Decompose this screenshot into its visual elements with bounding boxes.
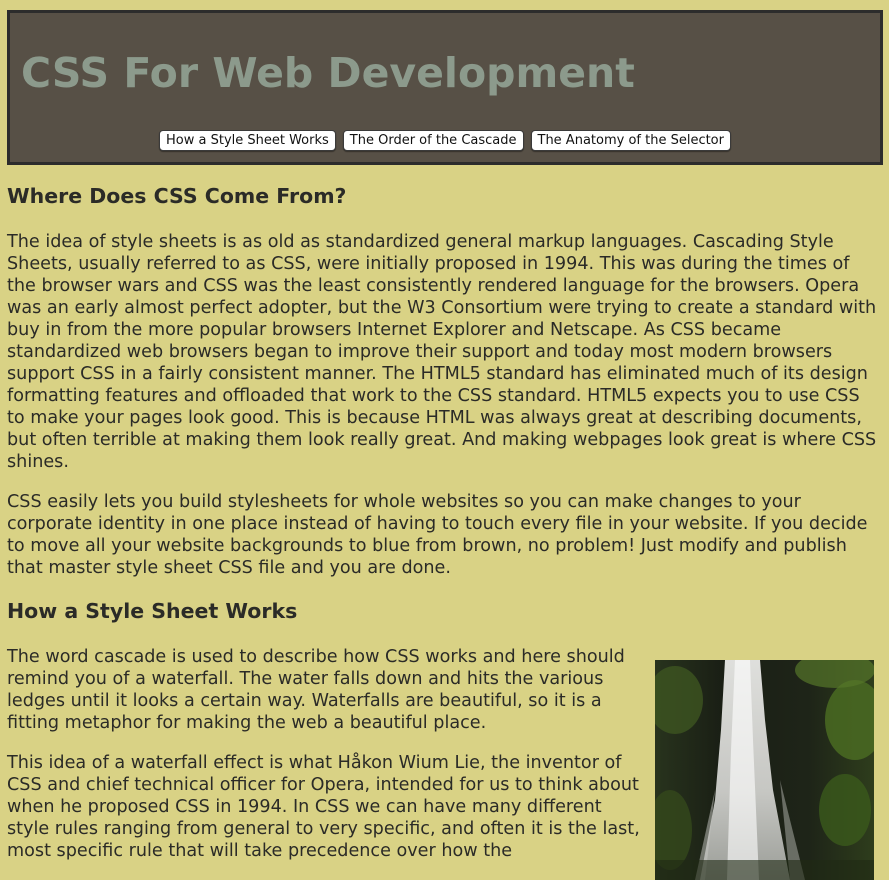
main-nav: How a Style Sheet Works The Order of the… bbox=[10, 130, 880, 151]
section-heading-where-does-css-come-from: Where Does CSS Come From? bbox=[7, 184, 347, 208]
nav-button-anatomy-of-the-selector[interactable]: The Anatomy of the Selector bbox=[530, 130, 731, 151]
waterfall-image bbox=[655, 660, 874, 880]
paragraph-cascade-waterfall: The word cascade is used to describe how… bbox=[7, 646, 625, 733]
site-title: CSS For Web Development bbox=[21, 49, 635, 97]
main-content: Where Does CSS Come From? The idea of st… bbox=[7, 180, 877, 880]
site-header: CSS For Web Development How a Style Shee… bbox=[7, 10, 883, 165]
paragraph-css-history: The idea of style sheets is as old as st… bbox=[7, 231, 877, 472]
paragraph-hakon-wium-lie: This idea of a waterfall effect is what … bbox=[7, 752, 640, 861]
nav-button-how-a-style-sheet-works[interactable]: How a Style Sheet Works bbox=[159, 130, 336, 151]
paragraph-css-benefits: CSS easily lets you build stylesheets fo… bbox=[7, 491, 868, 578]
nav-button-order-of-the-cascade[interactable]: The Order of the Cascade bbox=[342, 130, 524, 151]
section-heading-how-a-style-sheet-works: How a Style Sheet Works bbox=[7, 598, 298, 623]
